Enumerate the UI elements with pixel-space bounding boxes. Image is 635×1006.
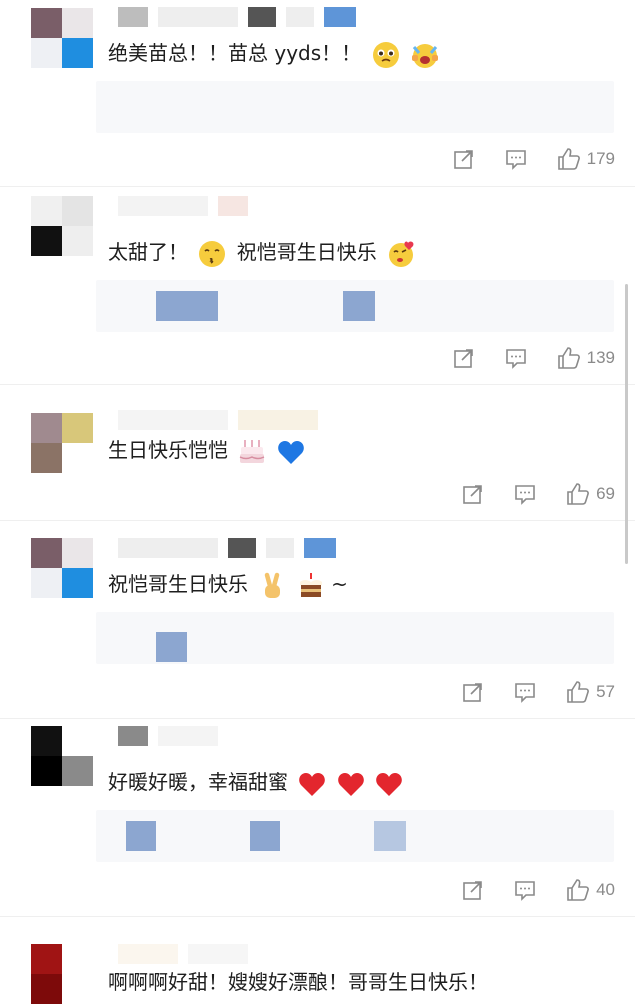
comment-text-suffix: ~ — [331, 572, 348, 596]
thumbs-up-icon — [567, 483, 589, 505]
redacted-link — [156, 632, 187, 662]
like-button[interactable]: 139 — [557, 346, 615, 370]
comment-button[interactable] — [505, 148, 527, 170]
divider — [0, 916, 635, 917]
share-button[interactable] — [462, 483, 484, 505]
birthday-cake-emoji — [297, 572, 325, 600]
share-button[interactable] — [453, 148, 475, 170]
comment-actions: 139 — [453, 345, 615, 371]
like-count: 139 — [586, 348, 615, 367]
comment-button[interactable] — [505, 347, 527, 369]
like-button[interactable]: 40 — [566, 878, 615, 902]
like-count: 179 — [586, 149, 615, 168]
like-count: 57 — [596, 682, 615, 701]
share-icon — [463, 683, 482, 702]
comment-actions: 179 — [453, 146, 615, 172]
avatar[interactable] — [31, 413, 93, 473]
username-redacted[interactable] — [118, 196, 258, 216]
like-count: 69 — [596, 484, 615, 503]
blue-heart-emoji — [277, 439, 305, 465]
comment-text: 好暖好暖，幸福甜蜜 — [108, 767, 403, 797]
thumbs-up-icon — [557, 347, 580, 369]
divider — [0, 384, 635, 385]
divider — [0, 520, 635, 521]
comment-text-body: 太甜了！ — [108, 240, 188, 264]
kissing-heart-face-emoji — [387, 240, 417, 268]
share-button[interactable] — [453, 347, 475, 369]
reply-preview[interactable] — [96, 810, 614, 862]
comment-text-body: 啊啊啊好甜！嫂嫂好漂酿！哥哥生日快乐！ — [108, 970, 488, 994]
comment-icon — [515, 881, 535, 901]
comment-icon — [505, 349, 526, 369]
comment-text: 生日快乐恺恺 — [108, 435, 305, 466]
thumbs-up-icon — [567, 681, 589, 703]
like-button[interactable]: 69 — [566, 482, 615, 506]
comment-text: 绝美苗总！！苗总 yyds！！ — [108, 38, 440, 69]
divider — [0, 718, 635, 719]
avatar[interactable] — [31, 8, 93, 68]
comment-text: 祝恺哥生日快乐 ~ — [108, 569, 348, 600]
avatar[interactable] — [31, 726, 93, 786]
comment-button[interactable] — [514, 681, 536, 703]
username-redacted[interactable] — [118, 726, 228, 746]
kissing-face-emoji — [198, 240, 226, 268]
comment-text-body: 绝美苗总！！苗总 yyds！！ — [108, 41, 362, 65]
comment-text-body-2: 祝恺哥生日快乐 — [236, 240, 377, 264]
avatar[interactable] — [31, 944, 93, 1004]
username-redacted[interactable] — [118, 944, 258, 964]
pleading-face-emoji — [372, 41, 400, 69]
share-icon — [453, 349, 473, 368]
share-icon — [463, 485, 482, 504]
red-heart-emoji — [337, 771, 365, 797]
comment-button[interactable] — [514, 879, 536, 901]
reply-preview[interactable] — [96, 612, 614, 664]
like-button[interactable]: 179 — [557, 147, 615, 171]
comment-button[interactable] — [514, 483, 536, 505]
comment-text-body: 祝恺哥生日快乐 — [108, 572, 248, 596]
reply-preview[interactable] — [96, 280, 614, 332]
username-redacted[interactable] — [118, 538, 346, 558]
reply-preview[interactable] — [96, 81, 614, 133]
like-count: 40 — [596, 880, 615, 899]
comment-icon — [515, 485, 535, 505]
comment-text-body: 生日快乐恺恺 — [108, 438, 228, 462]
comment-text: 太甜了！ 祝恺哥生日快乐 — [108, 237, 417, 268]
scrollbar[interactable] — [625, 284, 628, 564]
comment-icon — [505, 150, 526, 170]
birthday-cake-emoji — [238, 438, 266, 466]
share-button[interactable] — [462, 879, 484, 901]
share-icon — [453, 150, 473, 169]
comment-text: 啊啊啊好甜！嫂嫂好漂酿！哥哥生日快乐！ — [108, 967, 488, 997]
victory-hand-emoji — [258, 572, 286, 600]
share-icon — [463, 881, 482, 900]
avatar[interactable] — [31, 196, 93, 256]
comment-actions: 69 — [462, 481, 615, 507]
thumbs-up-icon — [557, 148, 580, 170]
username-redacted[interactable] — [118, 410, 328, 430]
comment-icon — [515, 683, 535, 703]
red-heart-emoji — [298, 771, 326, 797]
redacted-link — [250, 821, 280, 851]
thumbs-up-icon — [567, 879, 589, 901]
redacted-link — [126, 821, 156, 851]
redacted-link — [343, 291, 375, 321]
crying-joy-face-emoji — [410, 41, 440, 69]
comment-text-body: 好暖好暖，幸福甜蜜 — [108, 770, 288, 794]
like-button[interactable]: 57 — [566, 680, 615, 704]
comment-actions: 40 — [462, 877, 615, 903]
redacted-link — [156, 291, 218, 321]
username-redacted[interactable] — [118, 7, 366, 27]
avatar[interactable] — [31, 538, 93, 598]
redacted-link — [374, 821, 406, 851]
share-button[interactable] — [462, 681, 484, 703]
comment-actions: 57 — [462, 679, 615, 705]
red-heart-emoji — [375, 771, 403, 797]
divider — [0, 186, 635, 187]
